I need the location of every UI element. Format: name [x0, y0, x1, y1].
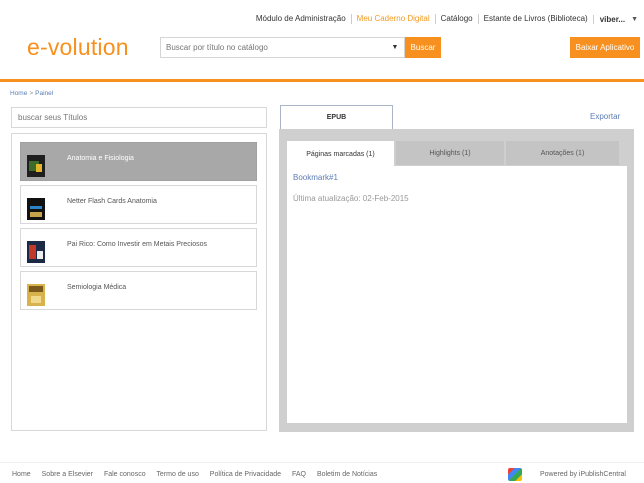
brand-logo[interactable]: e-volution [27, 34, 129, 61]
book-list: Anatomia e Fisiologia Netter Flash Cards… [11, 133, 267, 431]
footer-link-about[interactable]: Sobre a Elsevier [42, 471, 93, 478]
book-item-anatomia[interactable]: Anatomia e Fisiologia [20, 142, 257, 181]
chevron-down-icon[interactable]: ▼ [386, 44, 404, 51]
breadcrumb-home[interactable]: Home [10, 90, 27, 97]
footer-links: Home Sobre a Elsevier Fale conosco Termo… [12, 471, 386, 478]
book-title: Pai Rico: Como Investir em Metais Precio… [67, 241, 208, 248]
book-cover-icon [27, 155, 45, 177]
book-item-netter[interactable]: Netter Flash Cards Anatomia [20, 185, 257, 224]
nav-catalog[interactable]: Catálogo [434, 14, 478, 24]
footer: Home Sobre a Elsevier Fale conosco Termo… [0, 468, 644, 483]
footer-link-contact[interactable]: Fale conosco [104, 471, 146, 478]
bookmark-link[interactable]: Bookmark#1 [293, 173, 338, 182]
footer-link-privacy[interactable]: Política de Privacidade [210, 471, 281, 478]
export-link[interactable]: Exportar [590, 112, 620, 121]
user-menu[interactable]: viber... [592, 14, 625, 24]
last-update-text: Última atualização: 02-Feb-2015 [293, 194, 409, 203]
annotations-panel: Páginas marcadas (1) Highlights (1) Anot… [279, 129, 634, 432]
bookmark-list: Bookmark#1 Última atualização: 02-Feb-20… [287, 166, 627, 423]
book-title: Netter Flash Cards Anatomia [67, 198, 157, 205]
footer-link-terms[interactable]: Termo de uso [156, 471, 198, 478]
tab-bookmarked-pages[interactable]: Páginas marcadas (1) [287, 141, 394, 167]
footer-link-home[interactable]: Home [12, 471, 31, 478]
book-title: Anatomia e Fisiologia [67, 155, 134, 162]
footer-link-newsletter[interactable]: Boletim de Notícias [317, 471, 377, 478]
nav-admin-module[interactable]: Módulo de Administração [251, 14, 351, 24]
book-cover-icon [27, 198, 45, 220]
catalog-search: ▼ [160, 37, 405, 58]
nav-digital-notebook[interactable]: Meu Caderno Digital [350, 14, 435, 24]
breadcrumb-current[interactable]: Painel [35, 90, 53, 97]
tab-annotations[interactable]: Anotações (1) [506, 141, 619, 165]
search-button[interactable]: Buscar [405, 37, 441, 58]
download-app-button[interactable]: Baixar Aplicativo [570, 37, 640, 58]
footer-divider [0, 462, 644, 463]
nav-bookshelf[interactable]: Estante de Livros (Biblioteca) [477, 14, 593, 24]
book-item-semiologia[interactable]: Semiologia Médica [20, 271, 257, 310]
tab-epub[interactable]: EPUB [280, 105, 393, 129]
footer-link-faq[interactable]: FAQ [292, 471, 306, 478]
library-search-input[interactable] [11, 107, 267, 128]
catalog-search-input[interactable] [161, 38, 386, 57]
store-badge-icon[interactable] [508, 468, 522, 481]
powered-by-text: Powered by iPublishCentral [540, 471, 626, 478]
book-item-pai-rico[interactable]: Pai Rico: Como Investir em Metais Precio… [20, 228, 257, 267]
book-cover-icon [27, 241, 45, 263]
top-nav: Módulo de Administração Meu Caderno Digi… [0, 12, 644, 26]
breadcrumb: Home > Painel [10, 90, 53, 97]
book-cover-icon [27, 284, 45, 306]
book-title: Semiologia Médica [67, 284, 127, 291]
tab-highlights[interactable]: Highlights (1) [396, 141, 504, 165]
header-divider [0, 79, 644, 82]
breadcrumb-separator: > [29, 90, 34, 97]
chevron-down-icon[interactable]: ▼ [631, 16, 638, 23]
